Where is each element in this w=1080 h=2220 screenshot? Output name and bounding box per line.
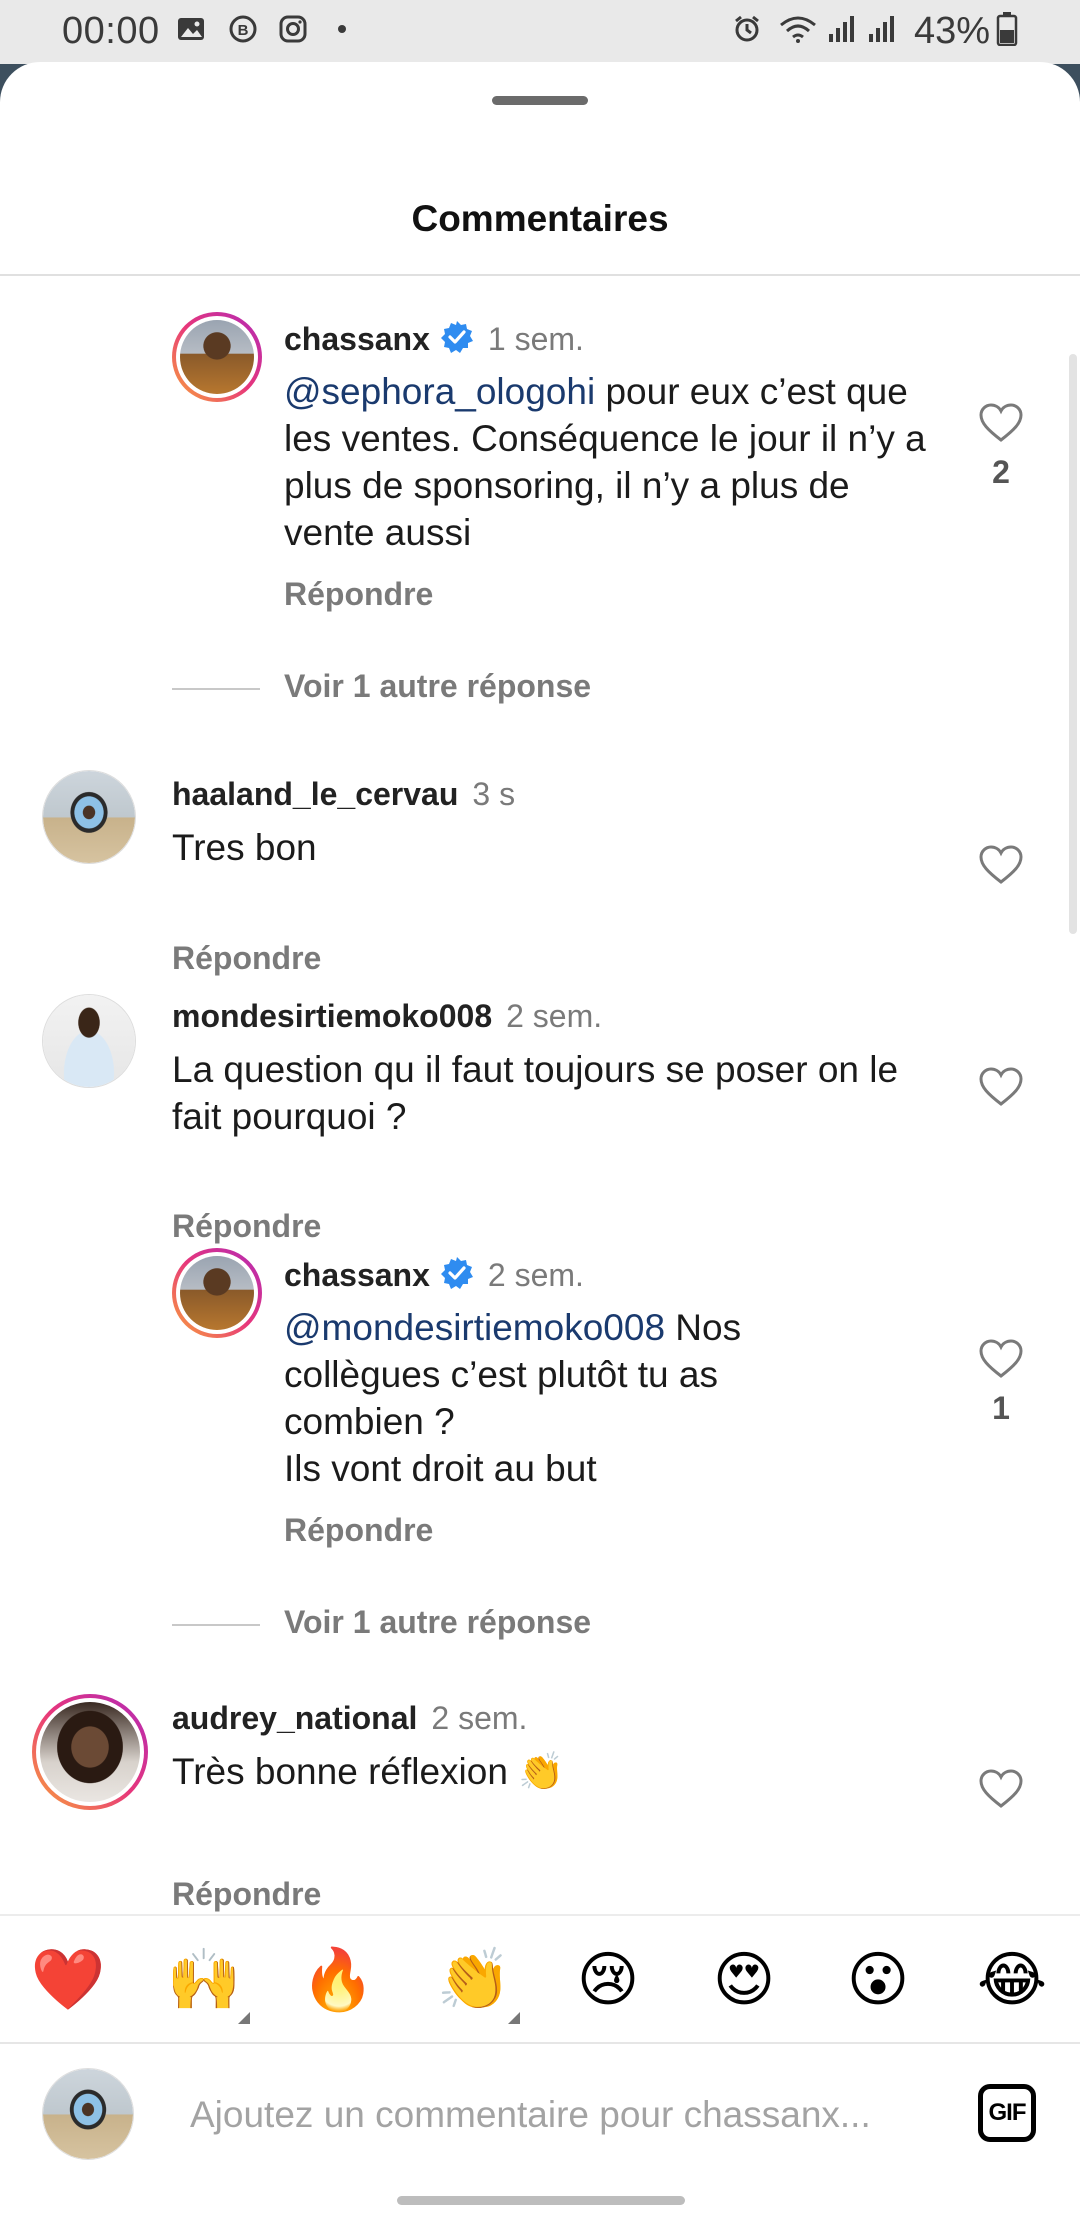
reply-button[interactable]: Répondre [172, 1876, 321, 1913]
home-indicator[interactable] [397, 2196, 685, 2205]
reply-button[interactable]: Répondre [172, 940, 321, 977]
view-more-text[interactable]: Voir 1 autre réponse [284, 1604, 591, 1641]
username-text[interactable]: audrey_national [172, 1700, 417, 1736]
gallery-icon [178, 18, 204, 40]
b-badge-icon: B [229, 15, 257, 43]
avatar[interactable] [32, 1694, 148, 1810]
alarm-icon [735, 15, 759, 42]
avatar[interactable] [42, 994, 136, 1088]
signal-icon [829, 16, 854, 42]
emoji-clap[interactable]: 👏 [436, 1942, 520, 2024]
avatar[interactable] [42, 770, 136, 864]
scrollbar[interactable] [1069, 354, 1077, 934]
drag-handle[interactable] [492, 96, 588, 105]
emoji-crying[interactable]: 😢 [570, 1942, 646, 2018]
emoji-glyph: 🙌 [166, 1945, 242, 2015]
comment-username[interactable]: mondesirtiemoko008 2 sem. [172, 998, 602, 1035]
wifi-icon [780, 16, 816, 43]
verified-badge-icon [440, 1257, 473, 1289]
sheet-title: Commentaires [411, 198, 669, 239]
emoji-surprised[interactable]: 😮 [840, 1942, 916, 2018]
heart-icon[interactable] [978, 1768, 1024, 1810]
username-text[interactable]: chassanx [284, 1257, 430, 1293]
comment-time: 2 sem. [487, 1257, 584, 1293]
reply-button[interactable]: Répondre [172, 1208, 321, 1245]
comment-time: 2 sem. [431, 1700, 528, 1736]
comment-input[interactable]: Ajoutez un commentaire pour chassanx... [190, 2094, 871, 2136]
emoji-laughing[interactable]: 😂 [974, 1942, 1050, 2018]
status-bar: 00:00 B 43% [0, 0, 1080, 64]
verified-badge-icon [440, 321, 473, 353]
view-more-replies[interactable]: Voir 1 autre réponse [172, 668, 872, 708]
svg-text:B: B [238, 22, 249, 39]
reply-button[interactable]: Répondre [284, 576, 433, 613]
view-more-text[interactable]: Voir 1 autre réponse [284, 668, 591, 705]
gif-button[interactable]: GIF [978, 2084, 1036, 2142]
comment-body: Tres bon [172, 827, 317, 868]
comments-sheet: Commentaires chassanx 1 sem. @sephora_olo… [0, 62, 1080, 2220]
battery-percent: 43% [914, 10, 991, 52]
username-text[interactable]: mondesirtiemoko008 [172, 998, 492, 1034]
comment-time: 2 sem. [506, 998, 603, 1034]
comment-username[interactable]: chassanx 2 sem. [284, 1256, 584, 1294]
comment-body-line2: Ils vont droit au but [284, 1448, 597, 1489]
signal-icon [869, 16, 894, 42]
username-text[interactable]: haaland_le_cervau [172, 776, 458, 812]
skin-tone-indicator [508, 2012, 520, 2024]
emoji-bar: ❤️ 🙌 🔥 👏 😢 😍 😮 😂 [0, 1914, 1080, 2042]
emoji-heart[interactable]: ❤️ [30, 1942, 106, 2018]
divider [0, 274, 1080, 276]
instagram-icon [279, 15, 307, 43]
emoji-glyph: 👏 [436, 1945, 512, 2015]
skin-tone-indicator [238, 2012, 250, 2024]
battery-icon [996, 12, 1018, 46]
view-more-replies[interactable]: Voir 1 autre réponse [172, 1604, 872, 1644]
dot-icon [338, 25, 346, 33]
comment-username[interactable]: haaland_le_cervau 3 s [172, 776, 515, 813]
avatar[interactable] [172, 1248, 262, 1338]
mention-link[interactable]: @sephora_ologohi [284, 371, 595, 412]
comment-username[interactable]: chassanx 1 sem. [284, 320, 584, 358]
view-more-line [172, 1624, 260, 1626]
comment-username[interactable]: audrey_national 2 sem. [172, 1700, 527, 1737]
comment-body: La question qu il faut toujours se poser… [172, 1049, 899, 1137]
avatar[interactable] [172, 312, 262, 402]
mention-link[interactable]: @mondesirtiemoko008 [284, 1307, 665, 1348]
reply-button[interactable]: Répondre [284, 1512, 433, 1549]
comment-text: @sephora_ologohi pour eux c’est que les … [284, 368, 944, 556]
like-count: 2 [992, 454, 1010, 490]
comment-composer: Ajoutez un commentaire pour chassanx... … [0, 2042, 1080, 2220]
heart-icon[interactable] [978, 402, 1024, 444]
comment-body: Très bonne réflexion 👏 [172, 1751, 565, 1792]
comment-time: 1 sem. [487, 321, 584, 357]
heart-icon[interactable] [978, 1338, 1024, 1380]
emoji-fire[interactable]: 🔥 [300, 1942, 376, 2018]
comment-time: 3 s [472, 776, 516, 812]
emoji-raised-hands[interactable]: 🙌 [166, 1942, 250, 2024]
emoji-heart-eyes[interactable]: 😍 [706, 1942, 782, 2018]
like-count: 1 [992, 1390, 1010, 1426]
view-more-line [172, 688, 260, 690]
status-time: 00:00 [62, 10, 160, 52]
user-avatar [42, 2068, 134, 2160]
heart-icon[interactable] [978, 844, 1024, 886]
heart-icon[interactable] [978, 1066, 1024, 1108]
comment-text: @mondesirtiemoko008 Nos collègues c’est … [284, 1304, 804, 1492]
username-text[interactable]: chassanx [284, 321, 430, 357]
